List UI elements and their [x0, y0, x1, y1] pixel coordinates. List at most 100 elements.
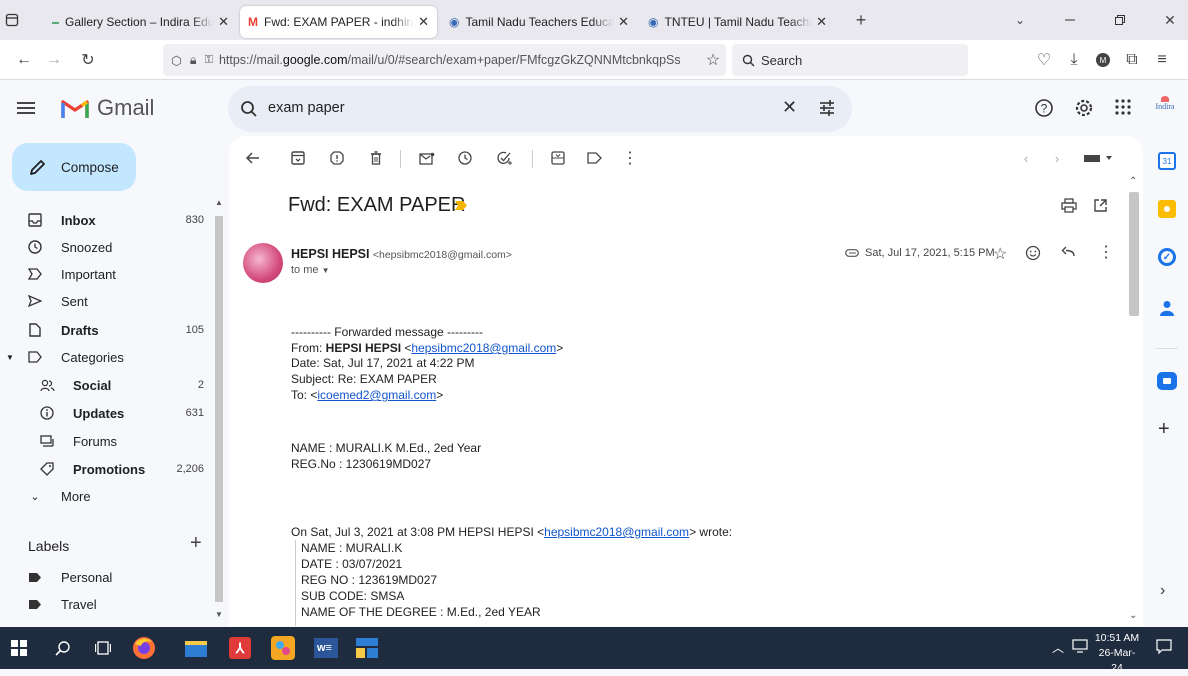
sidebar-item-categories[interactable]: ▼ Categories [0, 343, 210, 371]
sidebar-scrollbar[interactable]: ▲ ▼ [213, 198, 225, 624]
close-tab-icon[interactable]: ✕ [618, 14, 629, 30]
input-tools-icon[interactable] [1081, 148, 1115, 168]
sidebar-item-important[interactable]: Important [0, 260, 210, 288]
reply-icon[interactable] [1061, 246, 1075, 258]
email-scrollbar[interactable]: ⌃ ⌄ [1127, 176, 1141, 626]
sidebar-item-drafts[interactable]: Drafts 105 [0, 316, 210, 344]
minimize-icon[interactable] [1060, 10, 1080, 30]
sender-avatar[interactable] [243, 243, 283, 283]
compose-button[interactable]: Compose [12, 143, 136, 191]
snooze-clock-icon[interactable] [455, 148, 475, 168]
move-to-icon[interactable] [548, 148, 568, 168]
newer-chevron-icon[interactable]: ‹ [1016, 148, 1036, 168]
scrollbar-thumb[interactable] [1129, 192, 1139, 316]
main-menu-icon[interactable] [14, 96, 38, 120]
restore-icon[interactable] [1110, 10, 1130, 30]
tray-chevron-icon[interactable]: ︿ [1052, 639, 1064, 656]
forward-icon[interactable]: → [44, 50, 64, 70]
paint-app-icon[interactable] [270, 635, 296, 661]
back-to-search-icon[interactable] [243, 148, 263, 168]
notification-center-icon[interactable] [1156, 639, 1172, 654]
to-email-link[interactable]: icoemed2@gmail.com [317, 388, 436, 402]
important-marker-icon[interactable] [454, 200, 468, 211]
sidebar-item-updates[interactable]: Updates 631 [0, 399, 210, 427]
sidebar-item-more[interactable]: ⌄ More [0, 482, 210, 510]
scroll-up-icon[interactable]: ⌃ [1129, 176, 1137, 187]
sidebar-item-sent[interactable]: Sent [0, 287, 210, 315]
sidebar-item-promotions[interactable]: Promotions 2,206 [0, 455, 210, 483]
gmail-logo[interactable]: Gmail [61, 95, 154, 121]
close-tab-icon[interactable]: ✕ [218, 14, 229, 30]
settings-gear-icon[interactable] [1074, 98, 1094, 118]
from-email-link[interactable]: hepsibmc2018@gmail.com [411, 341, 556, 355]
archive-icon[interactable] [288, 148, 308, 168]
close-tab-icon[interactable]: ✕ [418, 14, 429, 30]
indira-account-logo[interactable]: Indira [1152, 96, 1178, 120]
account-avatar-icon[interactable]: M [1093, 50, 1113, 70]
label-as-icon[interactable] [584, 148, 604, 168]
add-to-tasks-icon[interactable] [495, 148, 515, 168]
older-chevron-icon[interactable]: › [1047, 148, 1067, 168]
calendar-icon[interactable]: 31 [1158, 152, 1176, 170]
search-options-icon[interactable] [818, 99, 836, 117]
keep-icon[interactable] [1158, 200, 1176, 218]
bookmark-star-icon[interactable]: ☆ [703, 50, 723, 70]
close-window-icon[interactable]: ✕ [1160, 10, 1180, 30]
firefox-app-icon[interactable] [131, 635, 157, 661]
tab-gmail[interactable]: M Fwd: EXAM PAPER - indhiraedu ✕ [240, 6, 437, 38]
expand-arrow-icon[interactable]: ▼ [6, 353, 14, 362]
label-item-travel[interactable]: Travel [0, 590, 210, 618]
label-item-personal[interactable]: Personal [0, 563, 210, 591]
scroll-down-icon[interactable]: ▼ [215, 610, 223, 619]
pocket-icon[interactable]: ♡ [1034, 50, 1054, 70]
new-tab-icon[interactable]: + [851, 10, 871, 30]
clear-search-icon[interactable]: ✕ [782, 97, 797, 118]
sidebar-item-forums[interactable]: Forums [0, 427, 210, 455]
get-addons-plus-icon[interactable]: + [1158, 418, 1170, 441]
delete-trash-icon[interactable] [366, 148, 386, 168]
menu-icon[interactable]: ≡ [1152, 50, 1172, 70]
show-side-panel-icon[interactable]: › [1160, 582, 1165, 600]
tab-tnteu[interactable]: ◉ TNTEU | Tamil Nadu Teachers E ✕ [640, 6, 835, 38]
star-icon[interactable]: ☆ [993, 244, 1007, 264]
message-more-icon[interactable]: ⋮ [1098, 242, 1114, 262]
network-icon[interactable] [1072, 639, 1088, 653]
emoji-react-icon[interactable] [1025, 245, 1041, 261]
download-icon[interactable]: ⤓ [1064, 50, 1084, 70]
zoom-app-icon[interactable] [1157, 372, 1177, 390]
search-icon[interactable] [240, 100, 258, 118]
more-options-icon[interactable]: ⋮ [620, 148, 640, 168]
browser-search-box[interactable]: Search [732, 44, 968, 76]
url-bar[interactable]: ⬡ 🔒︎ ⚿ https://mail. google.com/mail/u/0/… [163, 44, 726, 76]
sidebar-item-inbox[interactable]: Inbox 830 [0, 206, 210, 234]
sidebar-item-snoozed[interactable]: Snoozed [0, 233, 210, 261]
chevron-down-icon[interactable]: ⌄ [1010, 10, 1030, 30]
tab-tn-teachers[interactable]: ◉ Tamil Nadu Teachers Education ✕ [441, 6, 637, 38]
taskbar-clock[interactable]: 10:51 AM 26-Mar-24 [1094, 631, 1140, 676]
mark-unread-icon[interactable] [417, 148, 437, 168]
close-tab-icon[interactable]: ✕ [816, 14, 827, 30]
add-label-icon[interactable]: + [190, 532, 202, 555]
tasks-icon[interactable]: ✓ [1158, 248, 1176, 266]
report-spam-icon[interactable] [327, 148, 347, 168]
windows-start-icon[interactable] [6, 635, 32, 661]
recipients-toggle[interactable]: to me ▼ [291, 264, 330, 276]
extensions-icon[interactable]: ⧉ [1122, 50, 1142, 70]
apps-grid-icon[interactable] [1114, 98, 1132, 116]
scroll-up-icon[interactable]: ▲ [215, 198, 223, 207]
file-explorer-icon[interactable] [183, 635, 209, 661]
scrollbar-thumb[interactable] [215, 216, 223, 602]
help-icon[interactable]: ? [1034, 98, 1054, 118]
tab-list-icon[interactable] [2, 10, 22, 30]
reload-icon[interactable]: ↻ [78, 50, 98, 70]
taskbar-app-icon[interactable] [354, 635, 380, 661]
contacts-icon[interactable] [1160, 300, 1174, 316]
sidebar-item-social[interactable]: Social 2 [0, 371, 210, 399]
quote-email-link[interactable]: hepsibmc2018@gmail.com [544, 525, 689, 539]
word-app-icon[interactable]: w≡ [313, 635, 339, 661]
task-view-icon[interactable] [90, 635, 116, 661]
tab-gallery[interactable]: ▬ Gallery Section – Indira Educatio ✕ [44, 6, 237, 38]
open-new-window-icon[interactable] [1093, 198, 1108, 213]
taskbar-search-icon[interactable] [50, 635, 76, 661]
sender-name[interactable]: HEPSI HEPSI [291, 247, 370, 261]
